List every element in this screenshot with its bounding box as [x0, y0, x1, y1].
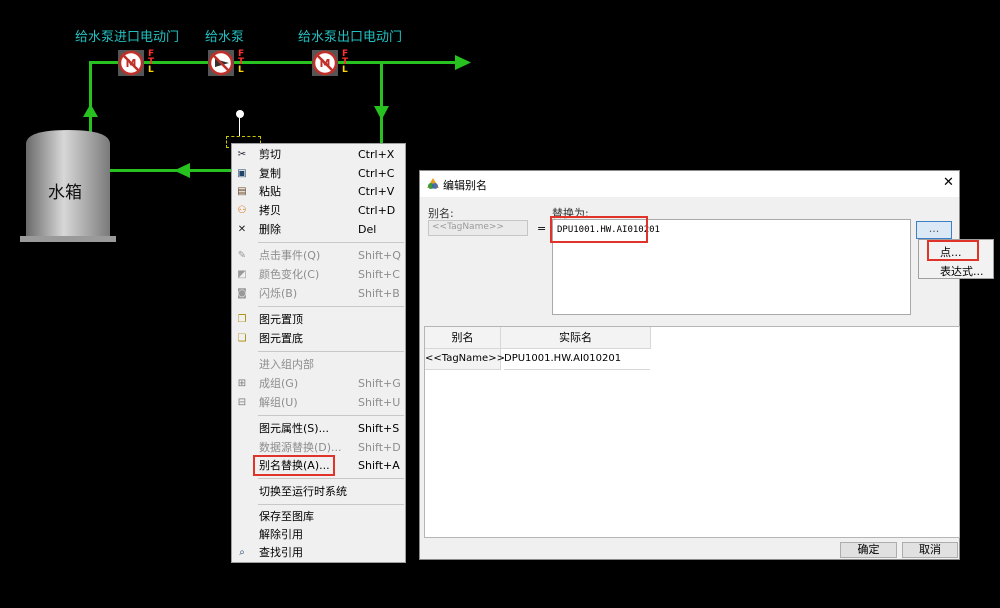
blink-icon: ◙ — [237, 288, 247, 299]
inlet-valve-label: 给水泵进口电动门 — [75, 30, 180, 45]
alias-field: <<TagName>> — [428, 220, 528, 236]
menu-separator — [258, 478, 404, 479]
table-cell-actual: DPU1001.HW.AI010201 — [504, 349, 650, 370]
table-header-actual[interactable]: 实际名 — [501, 327, 651, 349]
menu-item-enter-group[interactable]: 进入组内部 — [232, 356, 405, 374]
app-icon — [427, 178, 439, 189]
pipe-return — [105, 169, 231, 172]
menu-separator — [258, 504, 404, 505]
table-row[interactable]: <<TagName>> DPU1001.HW.AI010201 — [425, 349, 651, 370]
outlet-valve-label: 给水泵出口电动门 — [298, 30, 403, 45]
dialog-title: 编辑别名 — [443, 179, 487, 192]
arrow-up-icon — [83, 104, 98, 117]
highlight-alias-replace — [253, 455, 335, 476]
menu-item-release-reference[interactable]: 解除引用 — [232, 526, 405, 544]
arrow-left-icon — [174, 163, 190, 178]
menu-item-properties[interactable]: 图元属性(S)... Shift+S — [232, 420, 405, 438]
menu-item-group[interactable]: ⊞ 成组(G) Shift+G — [232, 375, 405, 393]
alias-table: 别名 实际名 <<TagName>> DPU1001.HW.AI010201 — [424, 326, 960, 538]
menu-item-ungroup[interactable]: ⊟ 解组(U) Shift+U — [232, 394, 405, 412]
motor-valve-icon[interactable]: M — [118, 50, 144, 76]
menu-item-clone[interactable]: ⚇ 拷贝 Ctrl+D — [232, 202, 405, 220]
menu-separator — [258, 351, 404, 352]
menu-item-delete[interactable]: ✕ 删除 Del — [232, 221, 405, 239]
send-to-back-icon: ❏ — [237, 333, 247, 344]
pump-icon[interactable] — [208, 50, 234, 76]
color-change-icon: ◩ — [237, 269, 247, 280]
menu-separator — [258, 242, 404, 243]
table-header-alias[interactable]: 别名 — [425, 327, 501, 349]
click-event-icon: ✎ — [237, 250, 247, 261]
copy-icon: ▣ — [237, 168, 247, 179]
pipe-right-down — [380, 62, 383, 148]
clone-icon: ⚇ — [237, 205, 247, 216]
menu-item-cut[interactable]: ✂ 剪切 Ctrl+X — [232, 146, 405, 164]
arrow-right-icon — [455, 55, 471, 70]
menu-item-blink[interactable]: ◙ 闪烁(B) Shift+B — [232, 285, 405, 303]
highlight-popup-point — [927, 240, 979, 261]
arrow-down-icon — [374, 106, 389, 120]
alias-label: 别名: — [428, 207, 454, 220]
dialog-titlebar[interactable]: 编辑别名 ✕ — [420, 171, 959, 197]
menu-item-bring-to-front[interactable]: ❐ 图元置顶 — [232, 311, 405, 329]
menu-item-click-event[interactable]: ✎ 点击事件(Q) Shift+Q — [232, 247, 405, 265]
group-icon: ⊞ — [237, 378, 247, 389]
equals-sign: = — [537, 222, 547, 235]
highlight-replace-value — [550, 216, 648, 243]
inlet-ftl-indicator: FTL — [148, 49, 155, 75]
bring-to-front-icon: ❐ — [237, 314, 247, 325]
search-icon: ⌕ — [239, 547, 245, 558]
pipe-top — [89, 61, 461, 64]
cut-icon: ✂ — [237, 149, 247, 160]
tank-label: 水箱 — [48, 183, 82, 203]
context-menu: ✂ 剪切 Ctrl+X ▣ 复制 Ctrl+C ▤ 粘贴 Ctrl+V ⚇ 拷贝 Ctrl+D … — [231, 143, 406, 563]
menu-item-save-to-library[interactable]: 保存至图库 — [232, 508, 405, 526]
menu-item-copy[interactable]: ▣ 复制 Ctrl+C — [232, 165, 405, 183]
edit-alias-dialog: 编辑别名 ✕ 别名: <<TagName>> = 替换为: DPU1001.HW… — [419, 170, 960, 560]
pump-ftl-indicator: FTL — [238, 49, 245, 75]
pump-label: 给水泵 — [205, 30, 245, 45]
ok-button[interactable]: 确定 — [840, 542, 897, 558]
menu-item-find-reference[interactable]: ⌕ 查找引用 — [232, 544, 405, 562]
table-cell-alias: <<TagName>> — [425, 349, 505, 370]
menu-item-paste[interactable]: ▤ 粘贴 Ctrl+V — [232, 183, 405, 201]
delete-icon: ✕ — [237, 224, 247, 235]
outlet-ftl-indicator: FTL — [342, 49, 349, 75]
selection-stem — [239, 118, 240, 136]
motor-valve-icon[interactable]: M — [312, 50, 338, 76]
menu-separator — [258, 306, 404, 307]
paste-icon: ▤ — [237, 186, 247, 197]
cancel-button[interactable]: 取消 — [902, 542, 958, 558]
browse-button[interactable]: ... — [916, 221, 952, 239]
menu-item-send-to-back[interactable]: ❏ 图元置底 — [232, 330, 405, 348]
menu-item-switch-runtime[interactable]: 切换至运行时系统 — [232, 483, 405, 501]
menu-item-color-change[interactable]: ◩ 颜色变化(C) Shift+C — [232, 266, 405, 284]
close-icon[interactable]: ✕ — [943, 175, 954, 190]
menu-separator — [258, 415, 404, 416]
popup-item-expression[interactable]: 表达式... — [940, 263, 984, 279]
ungroup-icon: ⊟ — [237, 397, 247, 408]
selection-handle[interactable] — [236, 110, 244, 118]
